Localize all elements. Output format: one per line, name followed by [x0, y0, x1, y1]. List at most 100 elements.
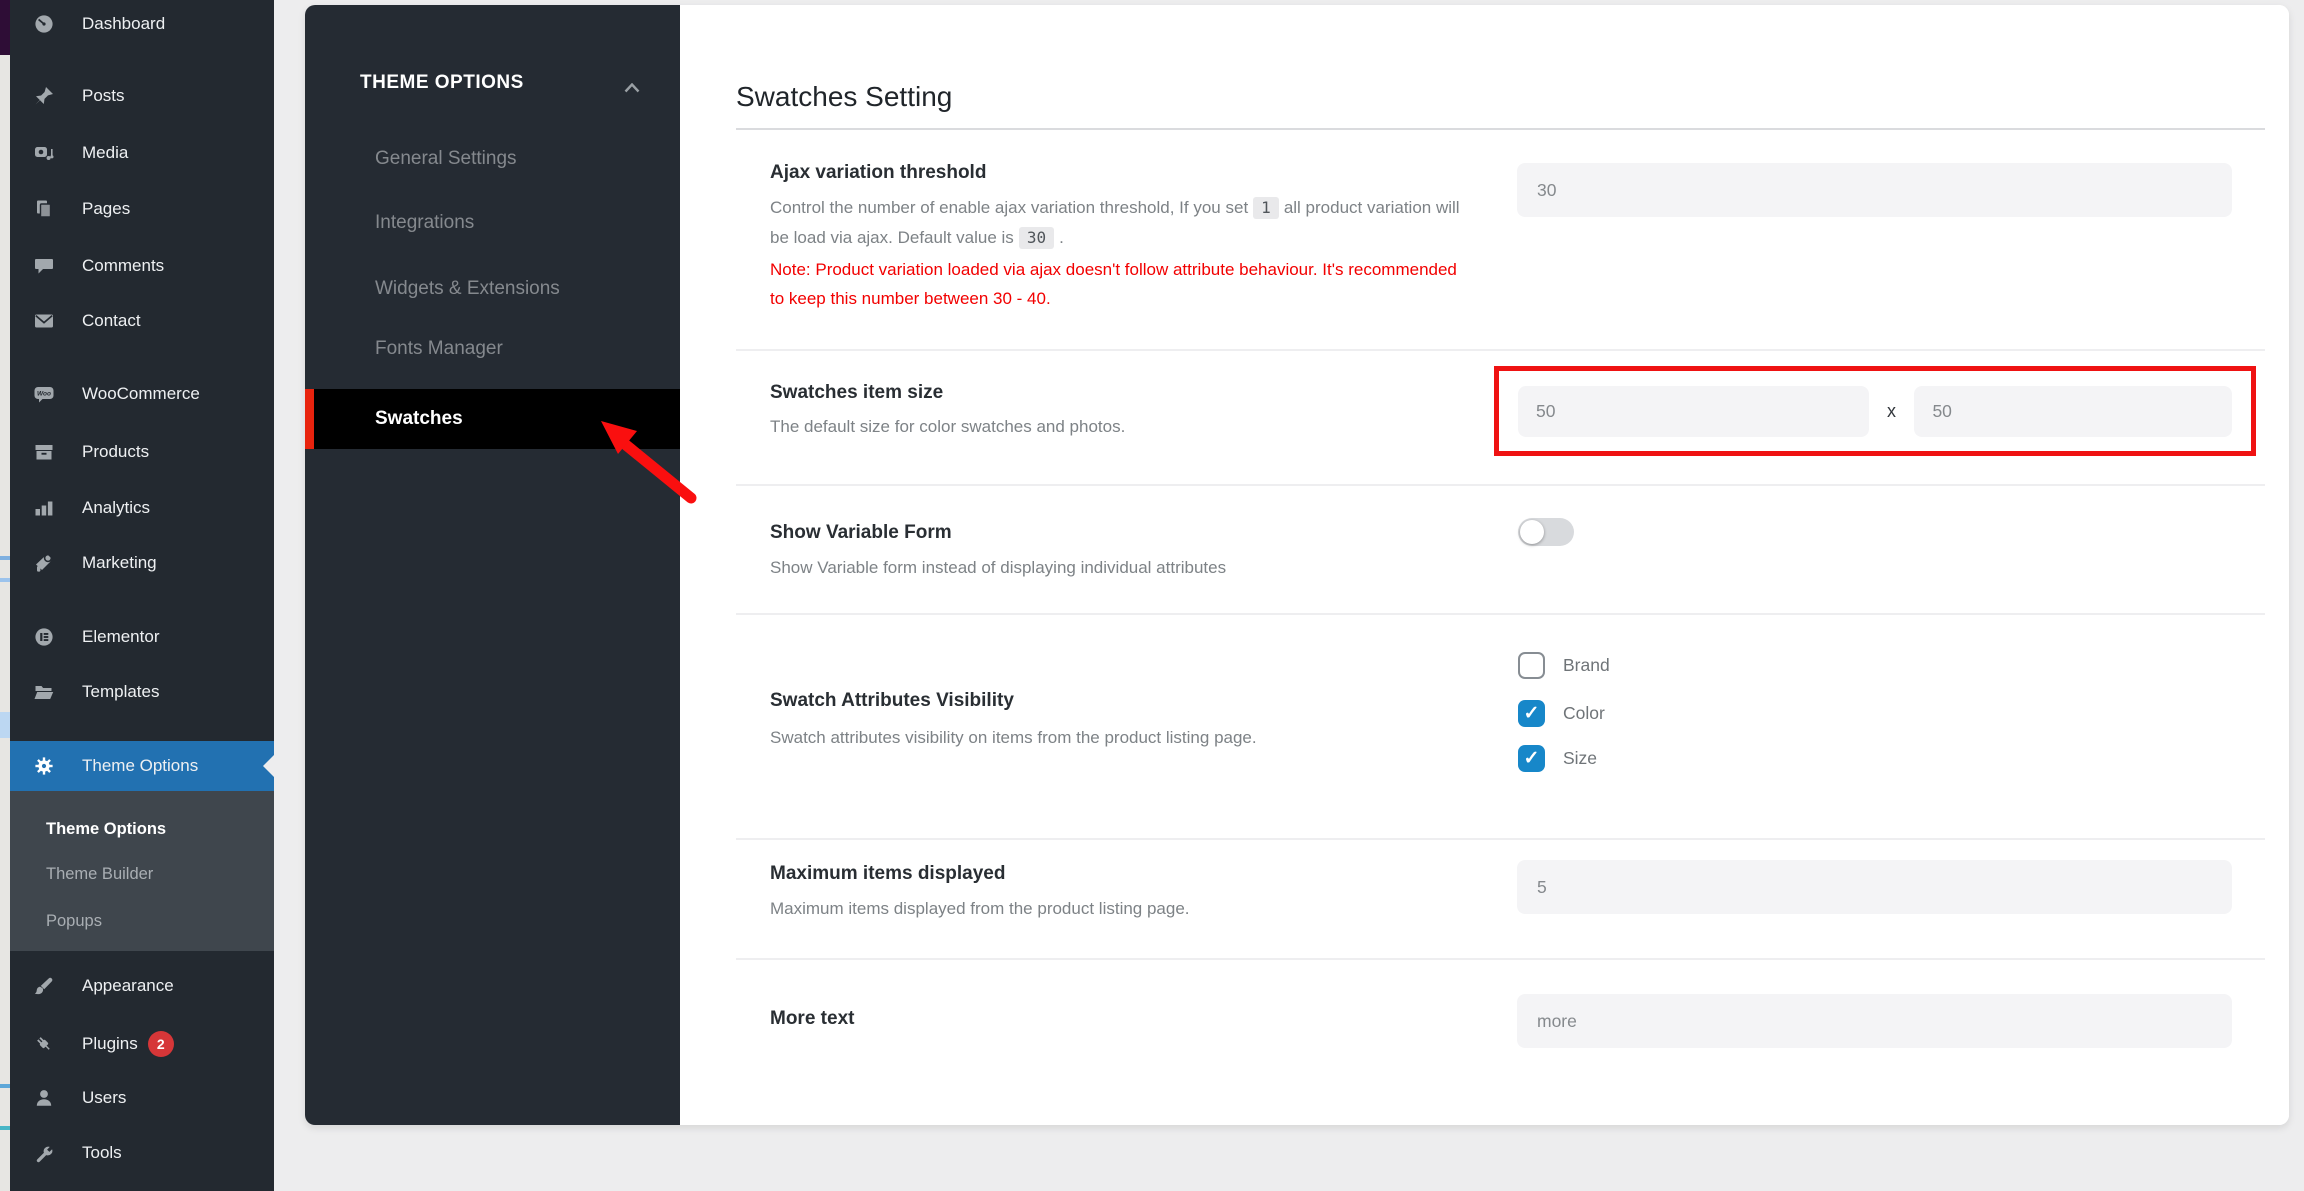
panel-header-theme-options[interactable]: THEME OPTIONS	[305, 63, 680, 103]
panel-title: THEME OPTIONS	[360, 72, 524, 93]
swatch-attributes-visibility-description: Swatch attributes visibility on items fr…	[770, 728, 1257, 747]
panel-item-general-settings[interactable]: General Settings	[305, 137, 680, 181]
current-item-arrow	[252, 755, 274, 777]
comment-bubble-icon	[34, 256, 54, 276]
panel-item-widgets-extensions[interactable]: Widgets & Extensions	[305, 267, 680, 311]
plugins-update-badge: 2	[147, 1031, 174, 1057]
sidebar-item-label: Dashboard	[82, 14, 166, 33]
divider	[736, 349, 2265, 351]
size-checkbox[interactable]	[1518, 745, 1545, 772]
panel-item-integrations[interactable]: Integrations	[305, 201, 680, 245]
sidebar-item-label: Theme Options	[82, 756, 199, 775]
maximum-items-label: Maximum items displayed	[770, 863, 1006, 884]
swatches-item-size-description: The default size for color swatches and …	[770, 417, 1126, 436]
ajax-threshold-input[interactable]	[1517, 163, 2232, 217]
show-variable-form-toggle[interactable]	[1518, 518, 1574, 546]
sidebar-item-products[interactable]: Products	[10, 430, 274, 474]
chevron-up-icon	[624, 77, 640, 99]
panel-item-label: Widgets & Extensions	[375, 278, 560, 299]
sidebar-item-users[interactable]: Users	[10, 1076, 274, 1120]
background-page-fragment	[0, 0, 10, 1191]
more-text-label: More text	[770, 1008, 855, 1029]
sidebar-item-label: Elementor	[82, 627, 160, 646]
sidebar-item-woocommerce[interactable]: Woo WooCommerce	[10, 372, 274, 416]
maximum-items-description: Maximum items displayed from the product…	[770, 899, 1190, 918]
checkbox-row-color[interactable]: Color	[1518, 700, 1605, 727]
background-scribble	[0, 578, 10, 582]
background-scribble	[0, 712, 10, 738]
woocommerce-icon: Woo	[34, 384, 54, 404]
background-purple-block	[0, 0, 10, 55]
sidebar-item-label: Appearance	[82, 976, 174, 995]
divider	[736, 613, 2265, 615]
svg-text:Woo: Woo	[37, 390, 51, 397]
submenu-item-label: Popups	[46, 911, 102, 930]
panel-item-fonts-manager[interactable]: Fonts Manager	[305, 327, 680, 371]
ajax-threshold-note: Note: Product variation loaded via ajax …	[770, 260, 1457, 308]
user-icon	[34, 1088, 54, 1108]
megaphone-icon	[34, 553, 54, 573]
sidebar-item-contact[interactable]: Contact	[10, 299, 274, 343]
highlight-red-box: x	[1494, 366, 2256, 456]
panel-item-label: Integrations	[375, 212, 475, 233]
sidebar-item-plugins[interactable]: Plugins 2	[10, 1022, 274, 1066]
sidebar-item-templates[interactable]: Templates	[10, 670, 274, 714]
code-chip: 1	[1253, 197, 1279, 219]
theme-options-card: THEME OPTIONS General Settings Integrati…	[305, 5, 2289, 1125]
sidebar-item-appearance[interactable]: Appearance	[10, 964, 274, 1008]
theme-options-submenu: Theme Options Theme Builder Popups	[10, 791, 274, 951]
panel-item-label: Fonts Manager	[375, 338, 503, 359]
sidebar-item-label: Analytics	[82, 498, 151, 517]
submenu-item-label: Theme Builder	[46, 864, 154, 883]
sidebar-item-pages[interactable]: Pages	[10, 187, 274, 231]
description-text: .	[1059, 228, 1064, 247]
description-text: Control the number of enable ajax variat…	[770, 198, 1249, 217]
sidebar-item-comments[interactable]: Comments	[10, 244, 274, 288]
maximum-items-input[interactable]	[1517, 860, 2232, 914]
envelope-icon	[34, 311, 54, 331]
sidebar-item-posts[interactable]: Posts	[10, 74, 274, 118]
sidebar-item-media[interactable]: Media	[10, 131, 274, 175]
panel-item-swatches[interactable]: Swatches	[305, 389, 680, 449]
theme-options-panel: THEME OPTIONS General Settings Integrati…	[305, 5, 680, 1125]
plug-icon	[34, 1034, 54, 1054]
size-separator: x	[1886, 400, 1896, 421]
show-variable-form-label: Show Variable Form	[770, 522, 952, 543]
checkbox-label: Color	[1563, 703, 1605, 723]
wp-admin-sidebar: Dashboard Posts Media Pages Comments Con…	[10, 0, 274, 1191]
gear-icon	[34, 756, 54, 776]
checkbox-row-brand[interactable]: Brand	[1518, 652, 1610, 679]
divider	[736, 128, 2265, 130]
sidebar-item-label: Contact	[82, 311, 141, 330]
ajax-threshold-label: Ajax variation threshold	[770, 162, 987, 183]
brush-icon	[34, 976, 54, 996]
submenu-item-popups[interactable]: Popups	[10, 901, 274, 941]
media-icon	[34, 143, 54, 163]
sidebar-item-analytics[interactable]: Analytics	[10, 486, 274, 530]
sidebar-item-dashboard[interactable]: Dashboard	[10, 2, 274, 46]
show-variable-form-description: Show Variable form instead of displaying…	[770, 558, 1227, 577]
checkbox-label: Brand	[1563, 655, 1610, 675]
wrench-icon	[34, 1143, 54, 1163]
sidebar-item-marketing[interactable]: Marketing	[10, 541, 274, 585]
brand-checkbox[interactable]	[1518, 652, 1545, 679]
sidebar-item-elementor[interactable]: Elementor	[10, 615, 274, 659]
swatch-height-input[interactable]	[1914, 385, 2232, 437]
sidebar-item-label: Users	[82, 1088, 127, 1107]
checkbox-row-size[interactable]: Size	[1518, 745, 1597, 772]
elementor-icon	[34, 627, 54, 647]
submenu-item-theme-builder[interactable]: Theme Builder	[10, 854, 274, 894]
swatch-width-input[interactable]	[1518, 385, 1869, 437]
sidebar-item-theme-options[interactable]: Theme Options	[10, 741, 274, 791]
sidebar-item-tools[interactable]: Tools	[10, 1131, 274, 1175]
color-checkbox[interactable]	[1518, 700, 1545, 727]
swatches-settings-content: Swatches Setting Ajax variation threshol…	[680, 5, 2289, 1125]
page-title: Swatches Setting	[736, 81, 953, 112]
dashboard-icon	[34, 14, 54, 34]
pushpin-icon	[34, 86, 54, 106]
submenu-item-theme-options[interactable]: Theme Options	[10, 809, 274, 849]
divider	[736, 958, 2265, 960]
sidebar-item-label: Comments	[82, 256, 165, 275]
more-text-input[interactable]	[1517, 994, 2232, 1048]
swatches-item-size-label: Swatches item size	[770, 382, 944, 403]
